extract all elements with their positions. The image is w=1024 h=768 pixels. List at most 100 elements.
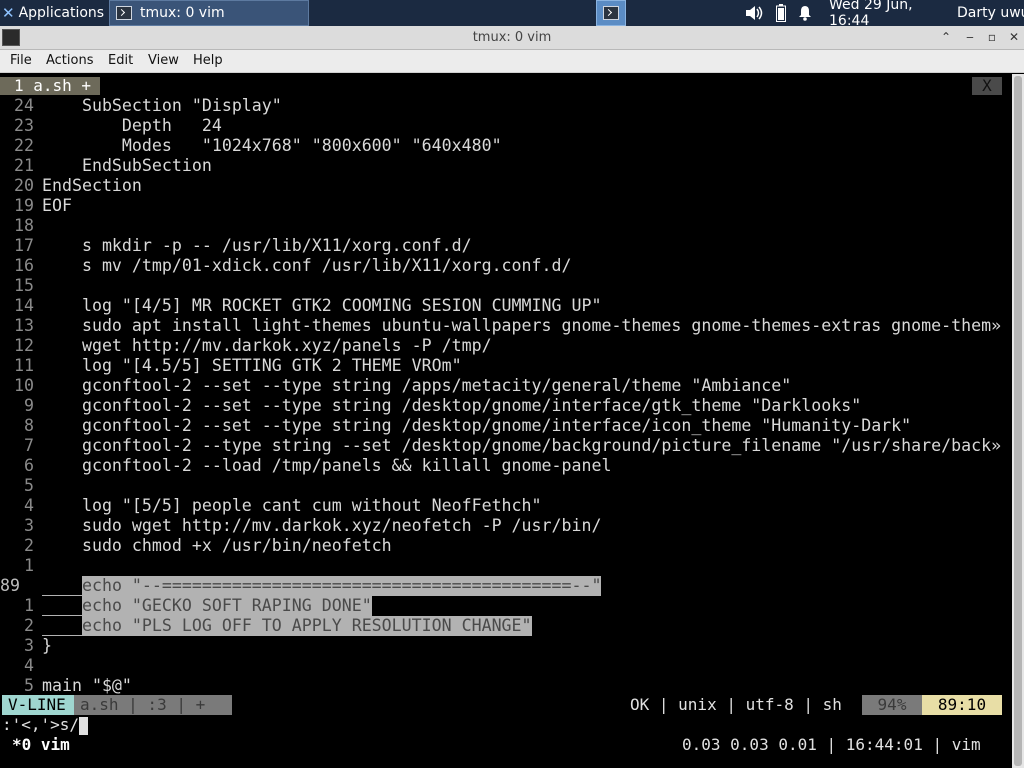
line-number: 1 xyxy=(24,556,34,575)
code-line[interactable]: 2 echo "PLS LOG OFF TO APPLY RESOLUTION … xyxy=(0,616,1012,636)
code-line[interactable]: 21 EndSubSection xyxy=(0,156,1012,176)
code-text: sudo apt install light-themes ubuntu-wal… xyxy=(42,316,1002,335)
code-line[interactable]: 16 s mv /tmp/01-xdick.conf /usr/lib/X11/… xyxy=(0,256,1012,276)
code-text: s mv /tmp/01-xdick.conf /usr/lib/X11/xor… xyxy=(42,256,572,275)
tmux-window-label[interactable]: *0 vim xyxy=(12,734,70,756)
taskbar-window-button[interactable]: tmux: 0 vim xyxy=(109,0,309,26)
user-menu[interactable]: Darty uwu xyxy=(957,0,1024,26)
code-line[interactable]: 4 log "[5/5] people cant cum without Neo… xyxy=(0,496,1012,516)
minimize-button[interactable]: ‒ xyxy=(962,29,978,45)
code-line[interactable]: 6 gconftool-2 --load /tmp/panels && kill… xyxy=(0,456,1012,476)
code-line[interactable]: 1 echo "GECKO SOFT RAPING DONE" xyxy=(0,596,1012,616)
code-line[interactable]: 10 gconftool-2 --set --type string /apps… xyxy=(0,376,1012,396)
desktop-panel: ✕ Applications tmux: 0 vim Wed 29 Jun, 1… xyxy=(0,0,1024,29)
code-line[interactable]: 20 EndSection xyxy=(0,176,1012,196)
line-number: 21 xyxy=(14,156,34,175)
panel-clock[interactable]: Wed 29 Jun, 16:44 xyxy=(829,0,949,29)
line-number: 20 xyxy=(14,176,34,195)
code-line[interactable]: 15 xyxy=(0,276,1012,296)
maximize-button[interactable]: ▫ xyxy=(984,29,1000,45)
code-line[interactable]: 2 sudo chmod +x /usr/bin/neofetch xyxy=(0,536,1012,556)
line-number: 6 xyxy=(24,456,34,475)
battery-icon[interactable] xyxy=(774,0,788,26)
code-text: gconftool-2 --set --type string /desktop… xyxy=(42,396,862,415)
code-line[interactable]: 1 xyxy=(0,556,1012,576)
line-number: 19 xyxy=(14,196,34,215)
code-line[interactable]: 13 sudo apt install light-themes ubuntu-… xyxy=(0,316,1012,336)
line-number: 23 xyxy=(14,116,34,135)
line-number: 14 xyxy=(14,296,34,315)
vim-tab-a-sh[interactable]: 1 a.sh + xyxy=(0,77,100,95)
xfce-logo-icon: ✕ xyxy=(2,4,15,22)
line-number: 15 xyxy=(14,276,34,295)
code-text: wget http://mv.darkok.xyz/panels -P /tmp… xyxy=(42,336,492,355)
workspace-terminal-button[interactable] xyxy=(596,0,626,26)
code-line[interactable]: 17 s mkdir -p -- /usr/lib/X11/xorg.conf.… xyxy=(0,236,1012,256)
menu-edit[interactable]: Edit xyxy=(108,53,133,68)
scrollbar-thumb[interactable] xyxy=(1014,76,1022,766)
tmux-status-bar: *0 vim 0.03 0.03 0.01 | 16:44:01 | vim xyxy=(0,734,1012,756)
code-line[interactable]: 89 echo "--=============================… xyxy=(0,576,1012,596)
code-line[interactable]: 9 gconftool-2 --set --type string /deskt… xyxy=(0,396,1012,416)
vim-command-text: :'<,'>s/ xyxy=(2,715,80,734)
line-number: 13 xyxy=(14,316,34,335)
line-number: 2 xyxy=(24,616,34,635)
vim-scroll-percent: 94% xyxy=(862,695,922,715)
code-line[interactable]: 22 Modes "1024x768" "800x600" "640x480" xyxy=(0,136,1012,156)
applications-menu-button[interactable]: ✕ Applications xyxy=(0,0,108,26)
code-line[interactable]: 24 SubSection "Display" xyxy=(0,96,1012,116)
line-number: 17 xyxy=(14,236,34,255)
menu-actions[interactable]: Actions xyxy=(46,53,94,68)
code-text: sudo wget http://mv.darkok.xyz/neofetch … xyxy=(42,516,602,535)
notification-bell-icon[interactable] xyxy=(797,0,813,26)
code-text: main "$@" xyxy=(42,676,132,695)
menu-help[interactable]: Help xyxy=(193,53,223,68)
code-text: log "[4.5/5] SETTING GTK 2 THEME VROm" xyxy=(42,356,462,375)
volume-icon[interactable] xyxy=(744,0,764,26)
vim-file-format-info: OK | unix | utf-8 | sh xyxy=(630,695,842,714)
code-line[interactable]: 14 log "[4/5] MR ROCKET GTK2 COOMING SES… xyxy=(0,296,1012,316)
vim-tab-close[interactable]: X xyxy=(972,77,1002,95)
line-number: 11 xyxy=(14,356,34,375)
line-number: 89 xyxy=(0,576,20,595)
vim-tabline: 1 a.sh + X xyxy=(0,77,1012,95)
code-line[interactable]: 5 xyxy=(0,476,1012,496)
applications-label: Applications xyxy=(18,5,105,21)
code-line[interactable]: 7 gconftool-2 --type string --set /deskt… xyxy=(0,436,1012,456)
code-line[interactable]: 3 sudo wget http://mv.darkok.xyz/neofetc… xyxy=(0,516,1012,536)
line-number: 18 xyxy=(14,216,34,235)
menubar: File Actions Edit View Help xyxy=(0,50,1024,73)
shade-button[interactable]: ⌃ xyxy=(938,29,954,45)
code-text: Depth 24 xyxy=(42,116,222,135)
terminal-icon xyxy=(116,6,132,20)
tmux-status-right: 0.03 0.03 0.01 | 16:44:01 | vim xyxy=(682,735,981,754)
menu-file[interactable]: File xyxy=(10,53,32,68)
code-text: gconftool-2 --set --type string /apps/me… xyxy=(42,376,792,395)
vim-command-line[interactable]: :'<,'>s/ xyxy=(0,715,1012,735)
code-line[interactable]: 5 main "$@" xyxy=(0,676,1012,696)
close-button[interactable]: ✕ xyxy=(1006,29,1022,45)
code-text: log "[4/5] MR ROCKET GTK2 COOMING SESION… xyxy=(42,296,602,315)
code-line[interactable]: 23 Depth 24 xyxy=(0,116,1012,136)
code-line[interactable]: 12 wget http://mv.darkok.xyz/panels -P /… xyxy=(0,336,1012,356)
line-number: 3 xyxy=(24,636,34,655)
code-line[interactable]: 8 gconftool-2 --set --type string /deskt… xyxy=(0,416,1012,436)
window-titlebar[interactable]: tmux: 0 vim ⌃ ‒ ▫ ✕ xyxy=(0,26,1024,50)
code-text: s mkdir -p -- /usr/lib/X11/xorg.conf.d/ xyxy=(42,236,472,255)
code-line[interactable]: 19 EOF xyxy=(0,196,1012,216)
code-line[interactable]: 11 log "[4.5/5] SETTING GTK 2 THEME VROm… xyxy=(0,356,1012,376)
vim-statusline: V-LINE a.sh | :3 | + OK | unix | utf-8 |… xyxy=(0,695,1012,715)
line-number: 4 xyxy=(24,656,34,675)
code-text: echo "GECKO SOFT RAPING DONE" xyxy=(42,596,372,616)
code-text: EndSection xyxy=(42,176,142,195)
code-line[interactable]: 18 xyxy=(0,216,1012,236)
code-text: log "[5/5] people cant cum without NeofF… xyxy=(42,496,542,515)
code-text: sudo chmod +x /usr/bin/neofetch xyxy=(42,536,392,555)
terminal-scrollbar[interactable] xyxy=(1012,74,1024,768)
code-line[interactable]: 3} xyxy=(0,636,1012,656)
line-number: 22 xyxy=(14,136,34,155)
terminal-area[interactable]: 1 a.sh + X 24 SubSection "Display" 23 Dep… xyxy=(0,74,1012,768)
code-line[interactable]: 4 xyxy=(0,656,1012,676)
code-text: SubSection "Display" xyxy=(42,96,282,115)
menu-view[interactable]: View xyxy=(148,53,179,68)
